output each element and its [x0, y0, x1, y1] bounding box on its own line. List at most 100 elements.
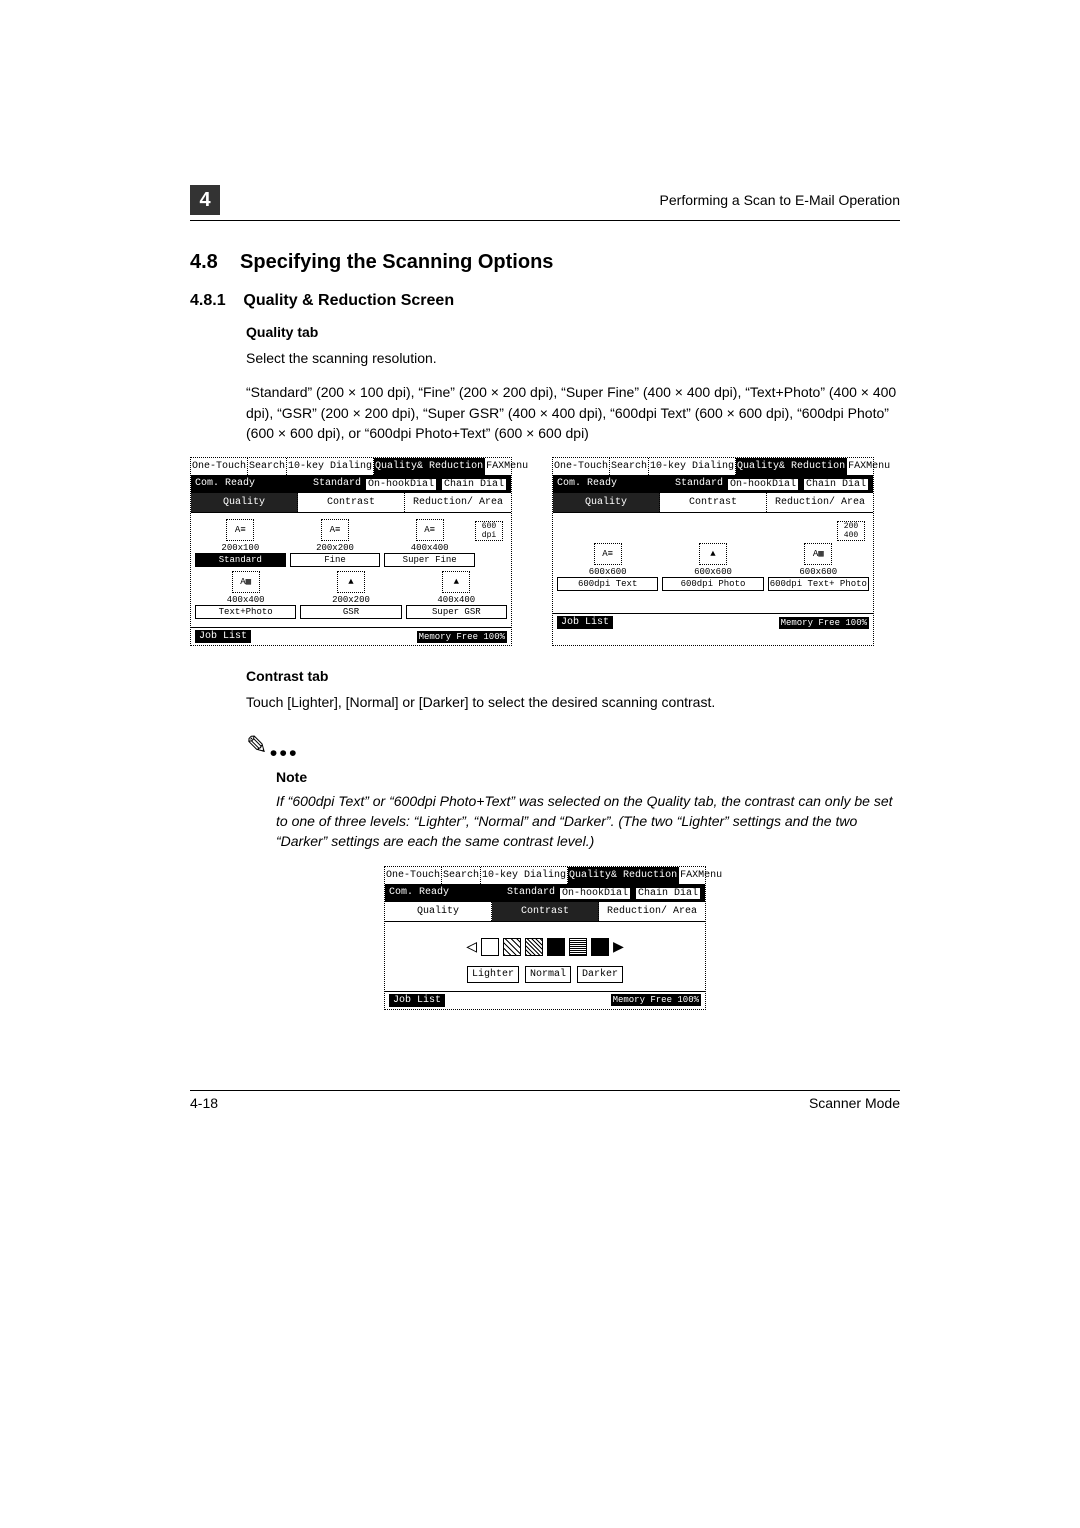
res-label: 600x600 — [694, 567, 732, 577]
memory-free-indicator: Memory Free 100% — [779, 617, 869, 629]
res-label: 400x400 — [437, 595, 475, 605]
option-label: 600dpi Photo — [662, 577, 763, 591]
quality-tab-heading: Quality tab — [246, 324, 900, 340]
option-label: Super Fine — [384, 553, 475, 567]
status-standard: Standard — [675, 478, 723, 491]
job-list-button[interactable]: Job List — [389, 994, 445, 1007]
res-label: 600x600 — [589, 567, 627, 577]
res-label: 200x200 — [316, 543, 354, 553]
text-mode-icon: A≡ — [226, 519, 254, 541]
option-text-photo[interactable]: A▦ 400x400 Text+Photo — [195, 571, 296, 619]
option-super-fine[interactable]: A≡ 400x400 Super Fine — [384, 519, 475, 567]
section-title: Specifying the Scanning Options — [240, 251, 553, 273]
quality-screen-right: One-Touch Search 10-key Dialing Quality&… — [552, 457, 874, 646]
option-fine[interactable]: A≡ 200x200 Fine — [290, 519, 381, 567]
tab-ten-key-dialing[interactable]: 10-key Dialing — [481, 867, 568, 884]
quality-intro: Select the scanning resolution. — [246, 348, 900, 368]
running-head: Performing a Scan to E-Mail Operation — [660, 192, 900, 208]
tab-one-touch[interactable]: One-Touch — [385, 867, 442, 884]
quality-detail-paragraph: “Standard” (200 × 100 dpi), “Fine” (200 … — [246, 382, 900, 443]
memory-free-indicator: Memory Free 100% — [611, 994, 701, 1006]
subtab-quality[interactable]: Quality — [553, 493, 660, 512]
job-list-button[interactable]: Job List — [557, 616, 613, 629]
status-standard: Standard — [507, 887, 555, 900]
contrast-level-3[interactable] — [525, 938, 543, 956]
status-standard: Standard — [313, 478, 361, 491]
lighter-arrow-icon[interactable]: ◁ — [466, 936, 477, 958]
option-standard[interactable]: A≡ 200x100 Standard — [195, 519, 286, 567]
contrast-level-4[interactable] — [547, 938, 565, 956]
chain-dial-button[interactable]: Chain Dial — [441, 478, 507, 491]
subtab-quality[interactable]: Quality — [191, 493, 298, 512]
tab-search[interactable]: Search — [248, 458, 287, 475]
onhook-dial-button[interactable]: On-hookDial — [727, 478, 799, 491]
contrast-level-1[interactable] — [481, 938, 499, 956]
tab-search[interactable]: Search — [610, 458, 649, 475]
tab-fax-menu[interactable]: FAXMenu — [485, 458, 529, 475]
contrast-level-2[interactable] — [503, 938, 521, 956]
option-600dpi-text-photo[interactable]: A▦ 600x600 600dpi Text+ Photo — [768, 543, 869, 591]
option-label: 600dpi Text — [557, 577, 658, 591]
option-label: Fine — [290, 553, 381, 567]
tab-fax-menu[interactable]: FAXMenu — [847, 458, 891, 475]
onhook-dial-button[interactable]: On-hookDial — [365, 478, 437, 491]
text-mode-icon: A≡ — [416, 519, 444, 541]
chain-dial-button[interactable]: Chain Dial — [803, 478, 869, 491]
darker-button[interactable]: Darker — [577, 966, 623, 983]
text-mode-icon: A≡ — [321, 519, 349, 541]
quality-screen-left: One-Touch Search 10-key Dialing Quality&… — [190, 457, 512, 646]
subtab-reduction-area[interactable]: Reduction/ Area — [405, 493, 511, 512]
res-label: 400x400 — [411, 543, 449, 553]
text-photo-icon: A▦ — [232, 571, 260, 593]
option-super-gsr[interactable]: ▲ 400x400 Super GSR — [406, 571, 507, 619]
job-list-button[interactable]: Job List — [195, 630, 251, 643]
contrast-screen: One-Touch Search 10-key Dialing Quality&… — [384, 866, 706, 1010]
note-icon: ✎••• — [246, 730, 900, 766]
subsection-heading: 4.8.1 Quality & Reduction Screen — [190, 292, 900, 310]
photo-icon: ▲ — [699, 543, 727, 565]
status-com-ready: Com. Ready — [195, 478, 255, 491]
tab-search[interactable]: Search — [442, 867, 481, 884]
res-label: 600x600 — [799, 567, 837, 577]
contrast-level-6[interactable] — [591, 938, 609, 956]
footer-title: Scanner Mode — [809, 1095, 900, 1111]
subtab-contrast[interactable]: Contrast — [298, 493, 405, 512]
subtab-reduction-area[interactable]: Reduction/ Area — [767, 493, 873, 512]
tab-quality-reduction[interactable]: Quality& Reduction — [568, 867, 679, 884]
onhook-dial-button[interactable]: On-hookDial — [559, 887, 631, 900]
header-rule — [190, 220, 900, 221]
chain-dial-button[interactable]: Chain Dial — [635, 887, 701, 900]
normal-button[interactable]: Normal — [525, 966, 571, 983]
tab-fax-menu[interactable]: FAXMenu — [679, 867, 723, 884]
photo-icon: ▲ — [337, 571, 365, 593]
tab-one-touch[interactable]: One-Touch — [191, 458, 248, 475]
option-label: Standard — [195, 553, 286, 567]
option-label: Super GSR — [406, 605, 507, 619]
memory-free-indicator: Memory Free 100% — [417, 631, 507, 643]
tab-quality-reduction[interactable]: Quality& Reduction — [736, 458, 847, 475]
subtab-reduction-area[interactable]: Reduction/ Area — [599, 902, 705, 921]
darker-arrow-icon[interactable]: ▶ — [613, 936, 624, 958]
subtab-contrast[interactable]: Contrast — [660, 493, 767, 512]
tab-ten-key-dialing[interactable]: 10-key Dialing — [649, 458, 736, 475]
option-600dpi-text[interactable]: A≡ 600x600 600dpi Text — [557, 543, 658, 591]
subsection-title: Quality & Reduction Screen — [243, 292, 454, 309]
tab-one-touch[interactable]: One-Touch — [553, 458, 610, 475]
tab-quality-reduction[interactable]: Quality& Reduction — [374, 458, 485, 475]
chapter-number-badge: 4 — [190, 185, 220, 215]
contrast-level-5[interactable] — [569, 938, 587, 956]
text-photo-icon: A▦ — [804, 543, 832, 565]
option-gsr[interactable]: ▲ 200x200 GSR — [300, 571, 401, 619]
tab-ten-key-dialing[interactable]: 10-key Dialing — [287, 458, 374, 475]
res-label: 400x400 — [227, 595, 265, 605]
subtab-quality[interactable]: Quality — [385, 902, 492, 921]
dpi-page-toggle[interactable]: 600 dpi — [475, 521, 503, 541]
res-label: 200x200 — [332, 595, 370, 605]
dpi-page-toggle[interactable]: 200 400 — [837, 521, 865, 541]
subtab-contrast[interactable]: Contrast — [492, 902, 599, 921]
lighter-button[interactable]: Lighter — [467, 966, 519, 983]
option-600dpi-photo[interactable]: ▲ 600x600 600dpi Photo — [662, 543, 763, 591]
contrast-tab-heading: Contrast tab — [246, 668, 900, 684]
note-block: ✎••• Note If “600dpi Text” or “600dpi Ph… — [246, 730, 900, 851]
note-label: Note — [276, 769, 900, 785]
